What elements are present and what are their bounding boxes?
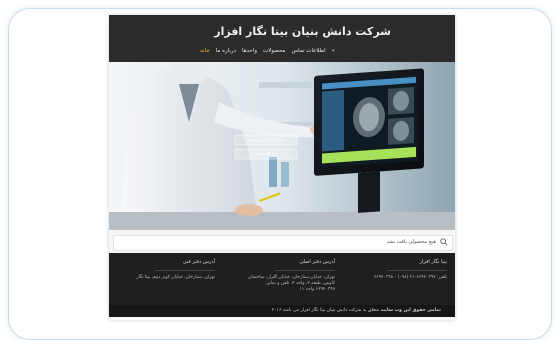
site-title[interactable]: شرکت دانش بنیان بیتا نگار افزار <box>214 25 391 38</box>
footer-text: تلفن: ۶۶۹۲۰۳۹۷-۲۱ (۰۹۸) - ۶۶۹۲۰۳۹۸ <box>373 274 447 280</box>
nav-item-contact[interactable]: اطلاعات تماس <box>291 48 325 54</box>
footer-text: تهران، ستارخان، خیابان کوثر دوم، بیتا نگ… <box>136 274 215 280</box>
footer-divider <box>155 270 215 271</box>
footer-column-tech-office: آدرس دفتر فنی تهران، ستارخان، خیابان کوث… <box>120 259 215 281</box>
nav-item-home[interactable]: خانه <box>200 48 210 54</box>
copyright-bold: تمامی حقوق این وب سایت <box>380 308 442 313</box>
footer-divider <box>387 270 447 271</box>
nav-item-about[interactable]: درباره ما <box>216 48 236 54</box>
copyright-rest: متعلق به شرکت دانش بنیان بیتا نگار افزار… <box>271 308 380 313</box>
site-header: شرکت دانش بنیان بیتا نگار افزار خانه درب… <box>109 15 455 62</box>
site-footer: بیتا نگار افزار تلفن: ۶۶۹۲۰۳۹۷-۲۱ (۰۹۸) … <box>109 253 455 305</box>
footer-divider <box>275 270 335 271</box>
nav-item-products[interactable]: محصولات <box>263 48 285 54</box>
footer-heading: بیتا نگار افزار <box>419 259 447 265</box>
footer-column-office: آدرس دفتر اصلی تهران، خیابان ستارخان، خی… <box>245 259 335 293</box>
hero-image: نرم افزار پردازش تصویر بیتا نگار افزار <box>109 62 455 230</box>
main-nav: خانه درباره ما واحدها محصولات اطلاعات تم… <box>200 48 335 54</box>
search-icon[interactable] <box>440 238 448 246</box>
hero-overlay-caption-1: نرم افزار پردازش تصویر <box>245 137 287 142</box>
website-screenshot: شرکت دانش بنیان بیتا نگار افزار خانه درب… <box>109 15 455 320</box>
search-text: هیچ محصولی یافت نشد <box>386 239 436 245</box>
footer-heading: آدرس دفتر فنی <box>182 259 215 265</box>
copyright-bar: تمامی حقوق این وب سایت متعلق به شرکت دان… <box>109 305 455 317</box>
footer-heading: آدرس دفتر اصلی <box>299 259 335 265</box>
nav-more-chevron-icon[interactable]: » <box>332 48 335 54</box>
nav-item-units[interactable]: واحدها <box>242 48 257 54</box>
copyright-text: تمامی حقوق این وب سایت متعلق به شرکت دان… <box>272 308 441 313</box>
footer-column-company: بیتا نگار افزار تلفن: ۶۶۹۲۰۳۹۷-۲۱ (۰۹۸) … <box>367 259 447 281</box>
hero-illustration <box>109 62 455 230</box>
hero-overlay-caption-2: بیتا نگار افزار <box>254 151 278 156</box>
footer-text: تهران، خیابان ستارخان، خیابان گلزار، ساخ… <box>248 274 335 292</box>
search-bar[interactable]: هیچ محصولی یافت نشد <box>113 235 453 251</box>
